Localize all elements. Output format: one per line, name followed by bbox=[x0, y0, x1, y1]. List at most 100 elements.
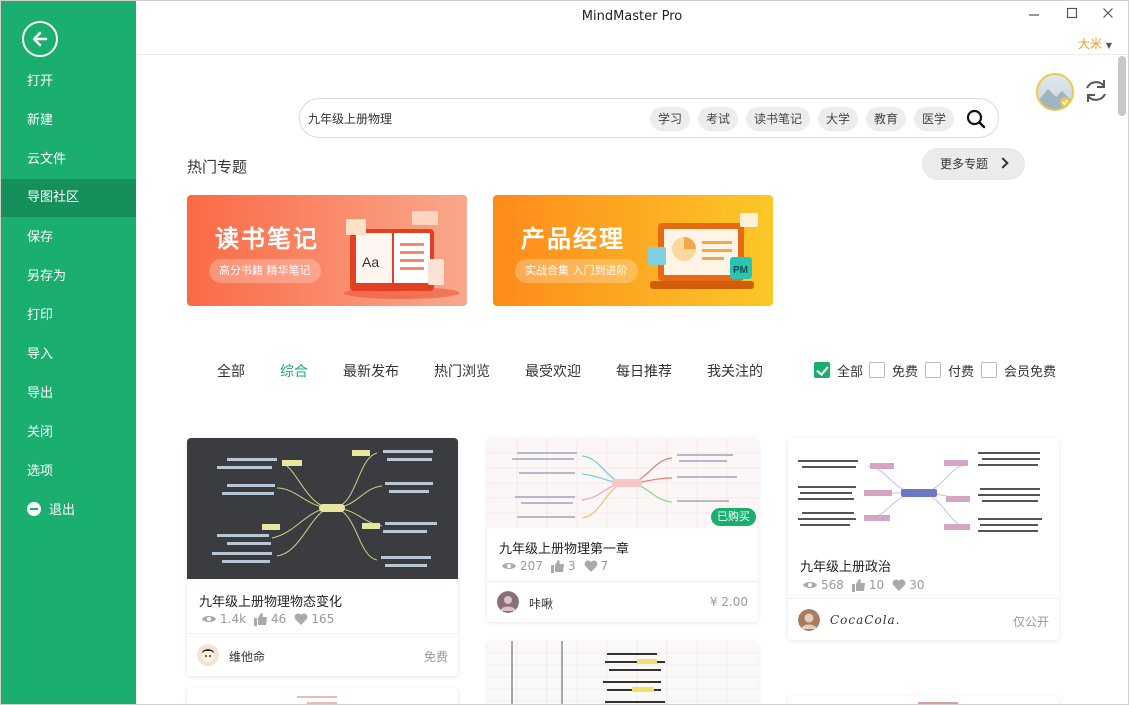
tab-hot-views[interactable]: 热门浏览 bbox=[434, 361, 490, 381]
sidebar-item-save-as[interactable]: 另存为 bbox=[1, 258, 136, 296]
banner-title: 读书笔记 bbox=[215, 225, 319, 253]
sidebar-item-cloud-files[interactable]: 云文件 bbox=[1, 141, 136, 179]
minimize-icon bbox=[1029, 14, 1039, 16]
visibility-label: 仅公开 bbox=[1012, 615, 1049, 629]
banner-product-manager[interactable]: 产品经理 实战合集 入门到进阶 PM bbox=[493, 195, 773, 306]
sidebar-item-label: 新建 bbox=[27, 113, 54, 128]
minimize-button[interactable] bbox=[1022, 5, 1046, 25]
close-button[interactable] bbox=[1096, 5, 1120, 25]
sidebar-item-print[interactable]: 打印 bbox=[1, 297, 136, 335]
filter-checkbox-free[interactable] bbox=[869, 362, 885, 378]
sidebar-item-label: 导图社区 bbox=[27, 190, 80, 205]
more-topics-button[interactable]: 更多专题 bbox=[922, 148, 1025, 180]
eye-icon bbox=[202, 616, 216, 622]
tab-following[interactable]: 我关注的 bbox=[707, 361, 763, 381]
sidebar-item-import[interactable]: 导入 bbox=[1, 336, 136, 374]
mindmap-card[interactable] bbox=[788, 696, 1059, 704]
sidebar-item-label: 选项 bbox=[27, 464, 54, 479]
vertical-scrollbar[interactable] bbox=[1118, 56, 1126, 116]
price-label: 免费 bbox=[423, 650, 448, 664]
avatar[interactable] bbox=[1036, 73, 1074, 111]
filter-checkbox-member-free[interactable] bbox=[981, 362, 997, 378]
search-tag[interactable]: 学习 bbox=[650, 107, 691, 131]
banner-reading-notes[interactable]: 读书笔记 高分书籍 精华笔记 Aa bbox=[187, 195, 467, 306]
search-tag[interactable]: 教育 bbox=[866, 107, 907, 131]
like-count: 3 bbox=[567, 559, 576, 573]
card-stats: 1.4k 46 165 bbox=[201, 612, 334, 626]
refresh-icon[interactable] bbox=[1082, 77, 1110, 105]
sidebar-item-new[interactable]: 新建 bbox=[1, 102, 136, 140]
more-topics-label: 更多专题 bbox=[940, 157, 989, 171]
search-icon[interactable] bbox=[966, 109, 986, 129]
filter-checkbox-label: 全部 bbox=[837, 365, 864, 380]
chevron-right-icon bbox=[997, 157, 1009, 169]
mindmap-card[interactable] bbox=[187, 688, 458, 704]
filter-checkbox-label: 付费 bbox=[948, 365, 975, 380]
sidebar-item-close[interactable]: 关闭 bbox=[1, 414, 136, 452]
tab-most-popular[interactable]: 最受欢迎 bbox=[525, 361, 581, 381]
search-tag[interactable]: 读书笔记 bbox=[746, 107, 811, 131]
mindmap-card[interactable]: 九年级上册政治 568 10 30 CocaCola. 仅公开 bbox=[788, 438, 1059, 640]
card-stats: 568 10 30 bbox=[802, 578, 924, 592]
tab-daily-picks[interactable]: 每日推荐 bbox=[616, 361, 672, 381]
sidebar-item-options[interactable]: 选项 bbox=[1, 453, 136, 491]
caret-down-icon: ▼ bbox=[1105, 41, 1112, 50]
mindmap-card[interactable]: 已购买 九年级上册物理第一章 207 3 7 咔啾 ¥ 2.00 bbox=[487, 438, 758, 622]
arrow-left-icon bbox=[32, 31, 48, 47]
thumbs-up-icon bbox=[550, 559, 564, 573]
divider bbox=[487, 581, 758, 582]
title-bar: MindMaster Pro 大米 ▼ bbox=[136, 1, 1128, 55]
filter-checkbox-paid[interactable] bbox=[925, 362, 941, 378]
mindmap-thumbnail bbox=[187, 438, 458, 579]
heart-icon bbox=[584, 560, 597, 572]
avatar-image-icon bbox=[1038, 89, 1072, 109]
sidebar-item-label: 关闭 bbox=[27, 425, 54, 440]
author-avatar[interactable] bbox=[497, 591, 519, 613]
search-tag[interactable]: 考试 bbox=[698, 107, 739, 131]
maximize-icon bbox=[1066, 7, 1078, 19]
filter-checkbox-label: 免费 bbox=[892, 365, 919, 380]
mindmap-thumbnail bbox=[788, 696, 1059, 704]
card-title: 九年级上册物理物态变化 bbox=[199, 595, 343, 610]
banner-subtitle: 实战合集 入门到进阶 bbox=[515, 259, 638, 283]
user-name: 大米 bbox=[1078, 37, 1103, 51]
tab-all[interactable]: 全部 bbox=[217, 361, 245, 381]
sidebar-item-export[interactable]: 导出 bbox=[1, 375, 136, 413]
divider bbox=[187, 633, 458, 634]
heart-icon bbox=[892, 579, 906, 591]
search-tag[interactable]: 大学 bbox=[818, 107, 859, 131]
maximize-button[interactable] bbox=[1060, 5, 1084, 25]
user-menu[interactable]: 大米 ▼ bbox=[1078, 35, 1112, 52]
sidebar-item-label: 另存为 bbox=[27, 269, 67, 284]
book-illustration-icon: Aa bbox=[344, 211, 460, 299]
mindmap-card[interactable]: 九年级上册物理物态变化 1.4k 46 165 维他命 免费 bbox=[187, 438, 458, 676]
svg-text:Aa: Aa bbox=[362, 254, 379, 270]
mindmap-card[interactable] bbox=[487, 641, 758, 704]
search-tag[interactable]: 医学 bbox=[914, 107, 955, 131]
filter-checkbox-all[interactable] bbox=[814, 362, 830, 378]
heart-icon bbox=[294, 613, 308, 625]
sidebar-item-open[interactable]: 打开 bbox=[1, 63, 136, 101]
sidebar-item-community[interactable]: 导图社区 bbox=[1, 179, 136, 217]
author-avatar[interactable] bbox=[197, 644, 219, 666]
back-button[interactable] bbox=[22, 21, 58, 57]
tab-comprehensive[interactable]: 综合 bbox=[280, 361, 308, 381]
sidebar: 打开 新建 云文件 导图社区 保存 另存为 打印 导入 导出 关闭 选项 退出 bbox=[1, 1, 136, 704]
like-count: 46 bbox=[271, 612, 287, 626]
sidebar-item-label: 导入 bbox=[27, 347, 54, 362]
author-avatar[interactable] bbox=[798, 609, 820, 631]
sidebar-item-label: 打印 bbox=[27, 308, 54, 323]
author-name[interactable]: 咔啾 bbox=[529, 595, 553, 612]
sidebar-item-save[interactable]: 保存 bbox=[1, 219, 136, 257]
search-bar[interactable]: 九年级上册物理 学习 考试 读书笔记 大学 教育 医学 bbox=[299, 98, 999, 138]
search-input[interactable]: 九年级上册物理 bbox=[308, 110, 392, 127]
author-name[interactable]: CocaCola. bbox=[830, 613, 901, 627]
filter-checkbox-label: 会员免费 bbox=[1004, 365, 1057, 380]
card-stats: 207 3 7 bbox=[501, 559, 608, 573]
sidebar-item-exit[interactable]: 退出 bbox=[1, 492, 136, 530]
banner-title: 产品经理 bbox=[521, 225, 625, 253]
view-count: 568 bbox=[821, 578, 844, 592]
app-window: 打开 新建 云文件 导图社区 保存 另存为 打印 导入 导出 关闭 选项 退出 … bbox=[0, 0, 1129, 705]
tab-latest[interactable]: 最新发布 bbox=[343, 361, 399, 381]
author-name[interactable]: 维他命 bbox=[229, 648, 265, 665]
